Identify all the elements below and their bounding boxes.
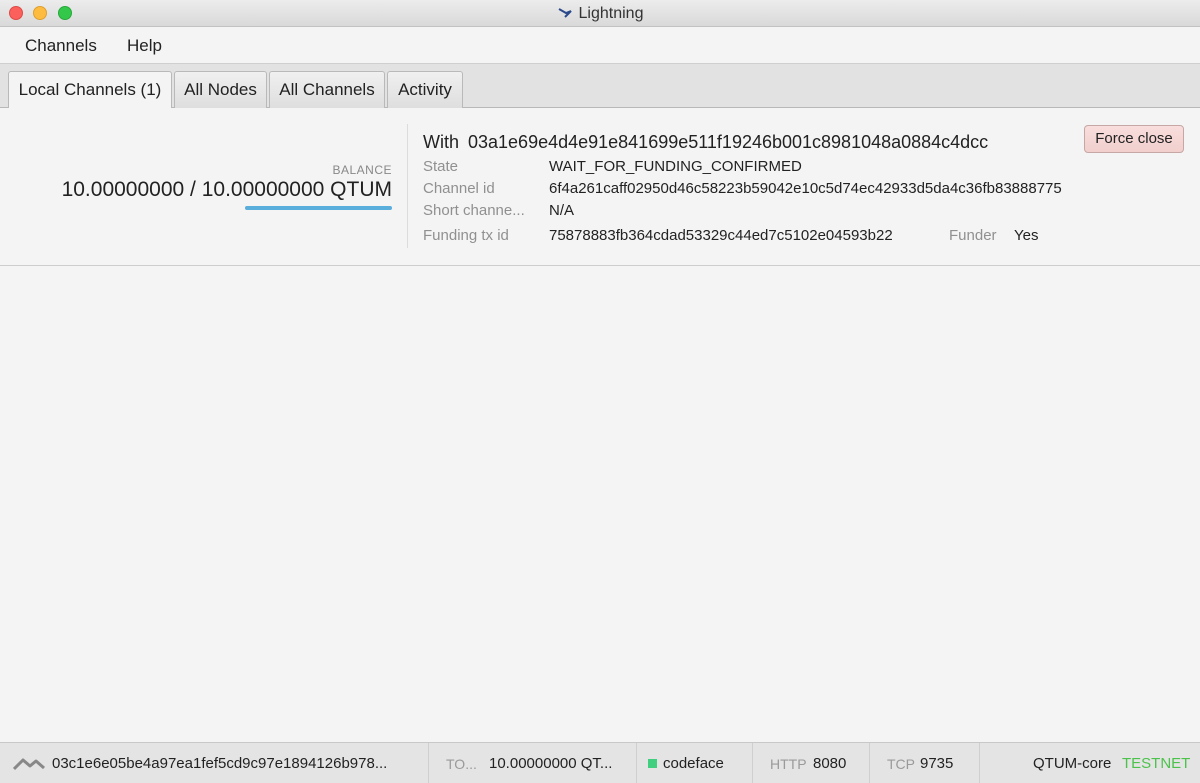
card-divider <box>407 124 408 248</box>
balance-label: BALANCE <box>332 163 392 177</box>
tab-bar: Local Channels (1) All Nodes All Channel… <box>0 64 1200 109</box>
funding-tx-value: 75878883fb364cdad53329c44ed7c5102e04593b… <box>549 227 893 244</box>
peer-node-id: 03a1e69e4d4e91e841699e511f19246b001c8981… <box>468 132 989 152</box>
total-balance-label: TO... <box>446 756 477 772</box>
funder-value: Yes <box>1014 227 1039 244</box>
channel-id-value: 6f4a261caff02950d46c58223b59042e10c5d74e… <box>549 180 1062 197</box>
short-channel-id-label: Short channe... <box>423 202 525 219</box>
tcp-label: TCP <box>887 756 915 772</box>
funding-tx-label: Funding tx id <box>423 227 509 244</box>
channel-card: BALANCE 10.00000000 / 10.00000000 QTUM W… <box>0 108 1200 266</box>
menu-help[interactable]: Help <box>127 36 162 56</box>
http-label: HTTP <box>770 756 807 772</box>
menu-channels[interactable]: Channels <box>25 36 97 56</box>
status-separator <box>752 743 753 783</box>
status-bar: 03c1e6e05be4a97ea1fef5cd9c97e1894126b978… <box>0 742 1200 783</box>
tab-all-channels[interactable]: All Channels <box>269 71 385 108</box>
tab-local-channels[interactable]: Local Channels (1) <box>8 71 172 109</box>
network-badge: TESTNET <box>1122 755 1191 772</box>
state-label: State <box>423 158 459 175</box>
funder-label: Funder <box>949 227 997 244</box>
menu-bar: Channels Help <box>0 27 1200 64</box>
http-port: 8080 <box>813 755 847 772</box>
force-close-button[interactable]: Force close <box>1084 125 1184 153</box>
channel-id-label: Channel id <box>423 180 495 197</box>
balance-bar-fill <box>245 206 392 210</box>
tab-activity[interactable]: Activity <box>387 71 463 108</box>
node-alias: codeface <box>663 755 724 772</box>
alias-status-dot <box>648 759 657 768</box>
tab-all-nodes[interactable]: All Nodes <box>174 71 267 108</box>
window-title: Lightning <box>0 5 1200 23</box>
status-separator <box>428 743 429 783</box>
lightning-app-icon <box>558 8 572 18</box>
total-balance-value: 10.00000000 QT... <box>489 755 613 772</box>
balance-value: 10.00000000 / 10.00000000 QTUM <box>61 178 392 201</box>
state-value: WAIT_FOR_FUNDING_CONFIRMED <box>549 158 802 175</box>
tcp-port: 9735 <box>920 755 954 772</box>
node-id[interactable]: 03c1e6e05be4a97ea1fef5cd9c97e1894126b978… <box>52 755 412 772</box>
node-id-icon <box>13 758 45 771</box>
title-bar: Lightning <box>0 0 1200 27</box>
with-label: With <box>423 132 459 152</box>
channel-list-empty-area <box>0 266 1200 742</box>
status-separator <box>636 743 637 783</box>
window-title-text: Lightning <box>578 5 644 22</box>
balance-bar <box>245 206 392 210</box>
status-separator <box>869 743 870 783</box>
backend-name: QTUM-core <box>1033 755 1112 772</box>
short-channel-id-value: N/A <box>549 202 575 219</box>
status-separator <box>979 743 980 783</box>
